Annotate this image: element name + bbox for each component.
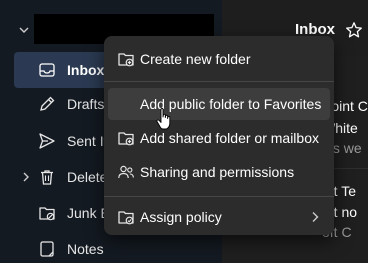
menu-item-label: Sharing and permissions bbox=[140, 164, 295, 180]
folder-label: Delete bbox=[67, 169, 108, 185]
pencil-icon bbox=[40, 96, 55, 111]
menu-item-label: Create new folder bbox=[140, 51, 251, 67]
chevron-right-icon[interactable] bbox=[20, 171, 32, 183]
star-icon[interactable] bbox=[345, 21, 363, 39]
chevron-right-icon bbox=[312, 212, 319, 222]
policy-icon bbox=[118, 211, 134, 225]
folder-label: Sent It bbox=[67, 133, 108, 149]
folder-label: Drafts bbox=[67, 96, 105, 112]
notes-icon bbox=[40, 241, 54, 257]
people-icon bbox=[118, 165, 134, 179]
folder-context-menu: Create new folder Add public folder to F… bbox=[104, 36, 334, 235]
new-folder-icon bbox=[118, 53, 134, 67]
menu-item-sharing-permissions[interactable]: Sharing and permissions bbox=[108, 156, 330, 188]
chevron-down-icon[interactable] bbox=[18, 24, 30, 36]
shared-folder-icon bbox=[118, 132, 134, 146]
outlook-window: Inbox Drafts Sent It Delete Junk E Notes… bbox=[0, 0, 368, 263]
inbox-icon bbox=[39, 63, 55, 77]
menu-item-label: Add shared folder or mailbox bbox=[140, 130, 319, 146]
menu-item-label: Assign policy bbox=[140, 209, 222, 225]
menu-item-assign-policy[interactable]: Assign policy bbox=[108, 201, 330, 233]
menu-divider bbox=[104, 196, 334, 197]
trash-icon bbox=[41, 170, 53, 185]
folder-item-notes[interactable]: Notes bbox=[14, 231, 222, 263]
menu-item-add-shared-folder[interactable]: Add shared folder or mailbox bbox=[108, 122, 330, 154]
folder-label: Notes bbox=[67, 241, 104, 257]
menu-divider bbox=[104, 81, 334, 82]
menu-item-add-public-folder[interactable]: Add public folder to Favorites bbox=[108, 88, 330, 120]
menu-item-label: Add public folder to Favorites bbox=[140, 96, 322, 112]
send-icon bbox=[39, 133, 55, 149]
junk-folder-icon bbox=[39, 207, 55, 221]
menu-item-create-new-folder[interactable]: Create new folder bbox=[108, 43, 330, 75]
folder-label: Inbox bbox=[67, 62, 105, 78]
